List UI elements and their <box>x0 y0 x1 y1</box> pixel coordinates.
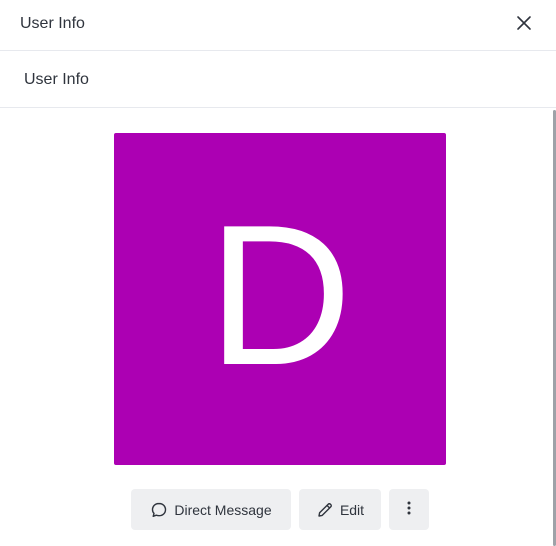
user-info-panel: User Info User Info D Direct Message Edi… <box>0 0 556 546</box>
panel-title: User Info <box>20 15 85 32</box>
avatar: D <box>114 133 446 465</box>
section-title: User Info <box>24 71 89 88</box>
direct-message-label: Direct Message <box>174 501 272 518</box>
close-icon <box>516 15 532 36</box>
avatar-initial: D <box>207 184 353 407</box>
user-actions: Direct Message Edit <box>131 489 429 530</box>
more-options-button[interactable] <box>389 489 429 530</box>
chat-bubble-icon <box>150 501 168 519</box>
direct-message-button[interactable]: Direct Message <box>131 489 291 530</box>
kebab-menu-icon <box>407 501 411 518</box>
close-button[interactable] <box>512 13 536 37</box>
edit-label: Edit <box>339 501 365 518</box>
section-header: User Info <box>0 52 556 108</box>
edit-button[interactable]: Edit <box>299 489 381 530</box>
pencil-icon <box>316 501 334 519</box>
panel-header: User Info <box>0 0 556 51</box>
